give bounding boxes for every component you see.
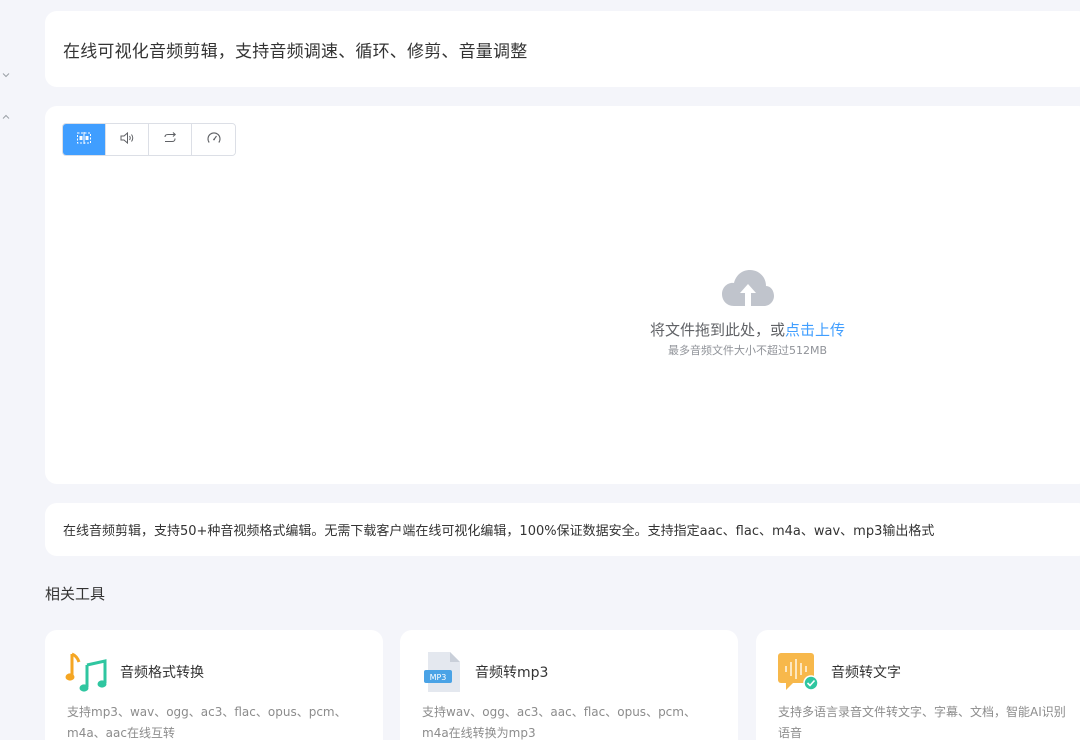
- tool-description: 支持wav、ogg、ac3、aac、flac、opus、pcm、m4a在线转换为…: [422, 705, 696, 740]
- page: 在线可视化音频剪辑，支持音频调速、循环、修剪、音量调整 将文件拖到此处，或点击上…: [0, 0, 1080, 740]
- trim-icon: [76, 130, 92, 149]
- tool-name: 音频转文字: [831, 665, 901, 681]
- upload-prompt: 将文件拖到此处，或点击上传: [645, 319, 850, 340]
- speed-icon: [206, 130, 222, 149]
- volume-icon: [119, 130, 135, 149]
- feature-description: 在线音频剪辑，支持50+种音视频格式编辑。无需下载客户端在线可视化编辑，100%…: [63, 524, 935, 539]
- tool-card-audio-to-mp3[interactable]: MP3 音频转mp3 支持wav、ogg、ac3、aac、flac、opus、p…: [400, 630, 738, 740]
- click-upload-link[interactable]: 点击上传: [785, 321, 845, 339]
- music-notes-icon: [65, 650, 109, 694]
- speed-button[interactable]: [192, 124, 235, 155]
- related-tools-title: 相关工具: [45, 585, 106, 603]
- upload-dropzone[interactable]: 将文件拖到此处，或点击上传 最多音频文件大小不超过512MB: [45, 106, 1080, 484]
- upload-prompt-text: 将文件拖到此处，或: [649, 321, 785, 339]
- upload-size-tip: 最多音频文件大小不超过512MB: [667, 344, 828, 357]
- loop-icon: [162, 130, 178, 149]
- trim-button[interactable]: [63, 124, 106, 155]
- tool-description: 支持mp3、wav、ogg、ac3、flac、opus、pcm、m4a、aac在…: [67, 705, 347, 740]
- loop-button[interactable]: [149, 124, 192, 155]
- title-card: 在线可视化音频剪辑，支持音频调速、循环、修剪、音量调整: [45, 11, 1080, 87]
- mp3-file-icon: MP3: [420, 650, 464, 694]
- tool-card-audio-to-text[interactable]: 音频转文字 支持多语言录音文件转文字、字幕、文档，智能AI识别语音: [756, 630, 1080, 740]
- chevron-down-icon[interactable]: [0, 69, 12, 81]
- cloud-upload-icon: [721, 268, 775, 310]
- mp3-label: MP3: [430, 673, 447, 682]
- tool-card-audio-format-convert[interactable]: 音频格式转换 支持mp3、wav、ogg、ac3、flac、opus、pcm、m…: [45, 630, 383, 740]
- description-card: 在线音频剪辑，支持50+种音视频格式编辑。无需下载客户端在线可视化编辑，100%…: [45, 503, 1080, 556]
- page-title: 在线可视化音频剪辑，支持音频调速、循环、修剪、音量调整: [63, 41, 528, 62]
- audio-to-text-icon: [776, 650, 820, 694]
- tool-name: 音频格式转换: [120, 665, 204, 681]
- tool-name: 音频转mp3: [475, 665, 549, 681]
- editor-card: 将文件拖到此处，或点击上传 最多音频文件大小不超过512MB: [45, 106, 1080, 484]
- tool-description: 支持多语言录音文件转文字、字幕、文档，智能AI识别语音: [778, 705, 1066, 740]
- editor-toolbar: [62, 123, 236, 156]
- chevron-up-icon[interactable]: [0, 111, 12, 123]
- volume-button[interactable]: [106, 124, 149, 155]
